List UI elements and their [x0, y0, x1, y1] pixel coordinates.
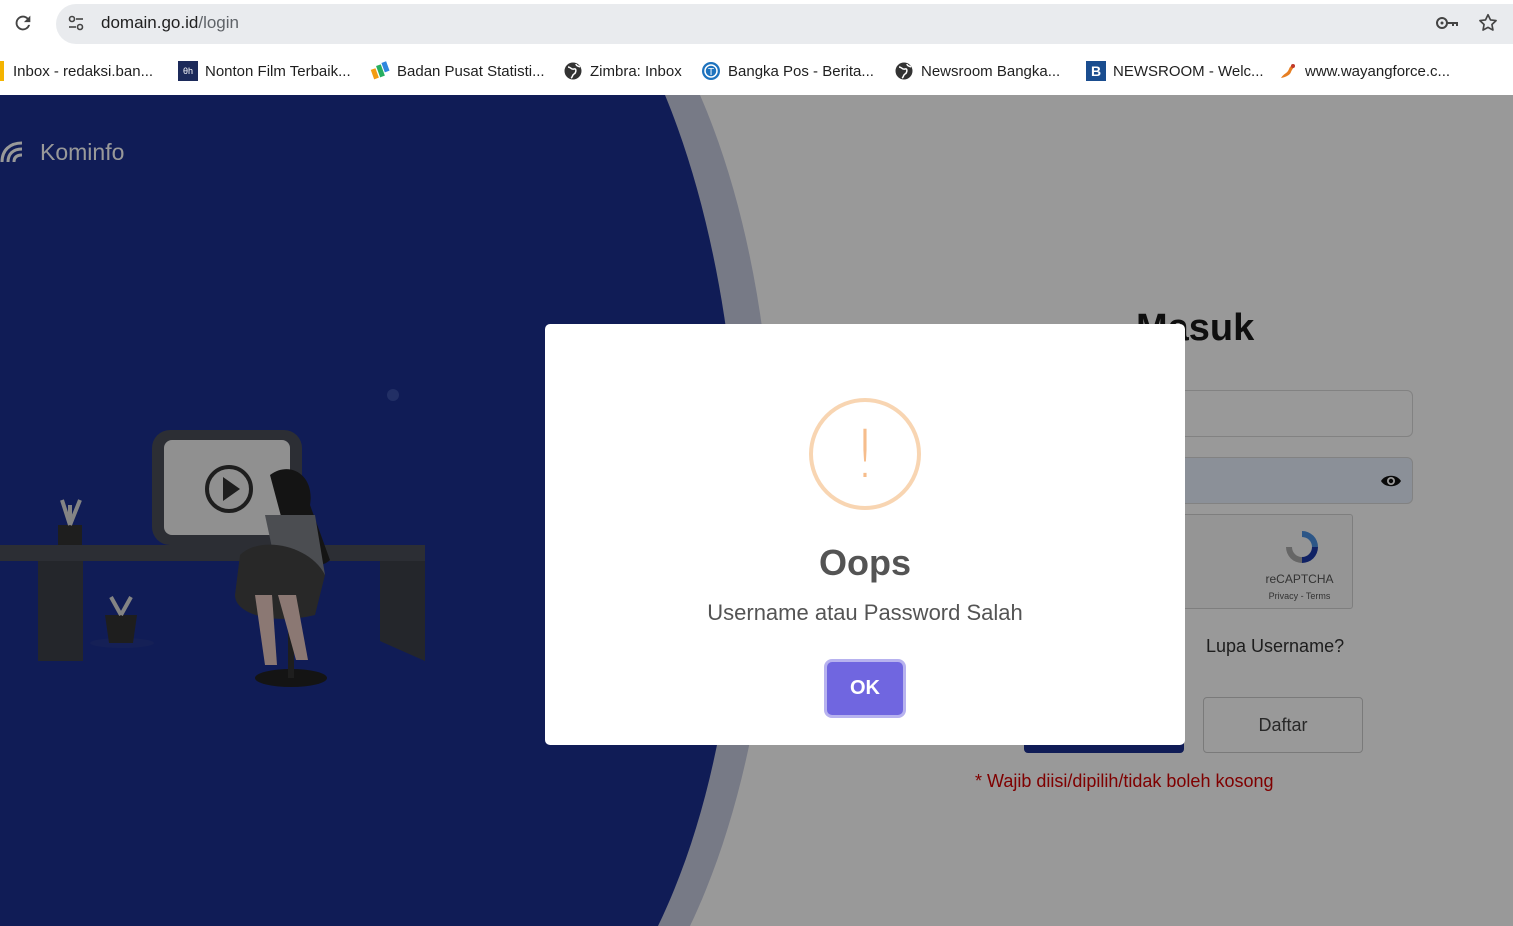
bookmark-label: Inbox - redaksi.ban... — [13, 62, 154, 80]
svg-text:T: T — [708, 67, 714, 78]
warning-icon: ! — [809, 398, 921, 510]
gmail-icon — [0, 61, 4, 81]
dialog-title: Oops — [818, 542, 911, 583]
warning-symbol: ! — [851, 416, 879, 493]
reload-icon[interactable] — [12, 12, 34, 34]
wayang-icon — [1281, 64, 1295, 78]
bookmark-item[interactable]: B NEWSROOM - Welc... — [1086, 59, 1264, 83]
globe-icon — [564, 62, 582, 80]
bookmark-label: www.wayangforce.c... — [1305, 62, 1451, 80]
bookmark-item[interactable]: Zimbra: Inbox — [563, 59, 682, 83]
bookmark-item[interactable]: Badan Pusat Statisti... — [370, 59, 545, 83]
bookmarks-bar: Inbox - redaksi.ban... θh Nonton Film Te… — [0, 47, 1513, 95]
bookmark-star-icon[interactable] — [1477, 12, 1499, 34]
bookmark-item[interactable]: T Bangka Pos - Berita... — [701, 59, 874, 83]
dialog-message: Username atau Password Salah — [707, 600, 1023, 625]
password-key-icon[interactable] — [1435, 13, 1459, 33]
bookmark-label: Newsroom Bangka... — [921, 62, 1061, 80]
bookmark-label: Badan Pusat Statisti... — [397, 62, 545, 80]
ok-button[interactable]: OK — [827, 662, 903, 715]
bookmark-label: Nonton Film Terbaik... — [205, 62, 351, 80]
error-dialog: ! Oops Username atau Password Salah OK — [545, 324, 1185, 745]
bookmark-label: NEWSROOM - Welc... — [1113, 62, 1264, 80]
url-path: /login — [198, 13, 239, 32]
bookmark-item[interactable]: θh Nonton Film Terbaik... — [178, 59, 351, 83]
bookmark-item[interactable]: www.wayangforce.c... — [1278, 59, 1450, 83]
bookmark-item[interactable]: Newsroom Bangka... — [894, 59, 1060, 83]
bookmark-label: Zimbra: Inbox — [590, 62, 682, 80]
address-bar[interactable] — [56, 4, 1513, 44]
url-domain: domain.go.id — [101, 13, 199, 32]
bookmark-item[interactable]: Inbox - redaksi.ban... — [0, 59, 153, 83]
tribun-icon: T — [702, 62, 720, 80]
film-site-icon: θh — [178, 61, 198, 81]
bps-icon — [370, 61, 390, 80]
b-logo-icon: B — [1086, 61, 1106, 81]
url-text[interactable]: domain.go.id/login — [101, 13, 239, 33]
site-settings-icon[interactable] — [66, 13, 86, 33]
browser-toolbar: domain.go.id/login — [0, 0, 1513, 47]
globe-icon — [895, 62, 913, 80]
bookmark-label: Bangka Pos - Berita... — [728, 62, 874, 80]
